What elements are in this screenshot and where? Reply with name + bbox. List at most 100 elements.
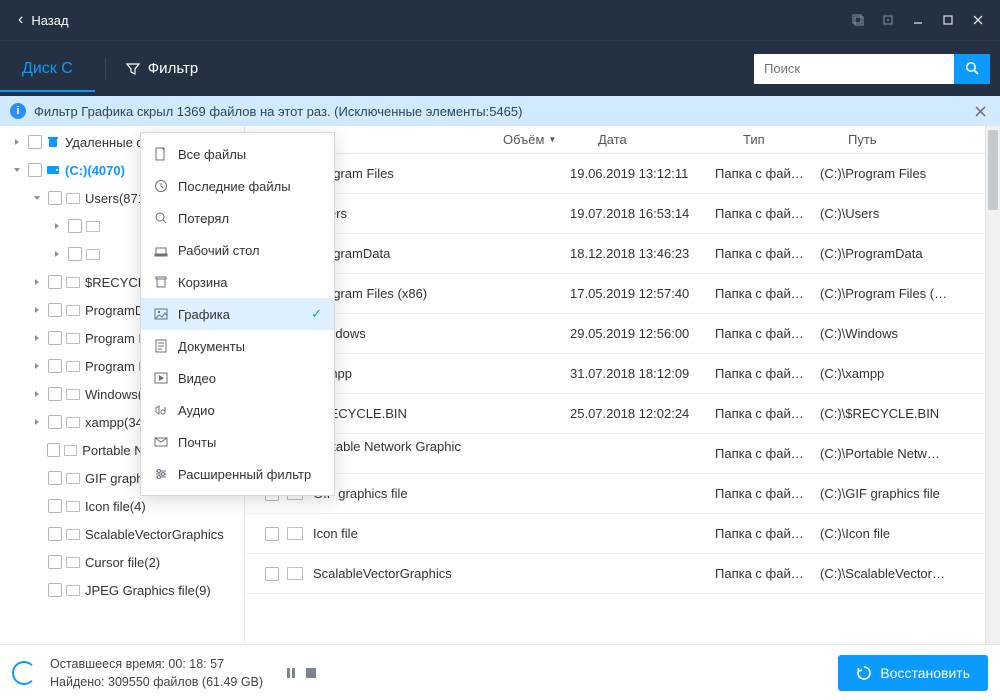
- tree-arrow-icon[interactable]: [28, 306, 46, 314]
- filter-item-label: Все файлы: [178, 147, 246, 162]
- filter-item-icon: [153, 339, 168, 354]
- search-input[interactable]: [754, 54, 954, 84]
- col-type[interactable]: Тип: [735, 132, 840, 147]
- filter-menu-item[interactable]: Документы: [141, 330, 334, 362]
- tree-arrow-icon[interactable]: [8, 138, 26, 146]
- tree-checkbox[interactable]: [28, 135, 42, 149]
- tree-checkbox[interactable]: [28, 163, 42, 177]
- bottom-bar: Оставшееся время: 00: 18: 57 Найдено: 30…: [0, 644, 1000, 700]
- tree-item[interactable]: Icon file(4): [0, 492, 244, 520]
- row-checkbox[interactable]: [265, 527, 279, 541]
- filter-item-icon: [153, 275, 168, 290]
- tree-item[interactable]: ScalableVectorGraphics: [0, 520, 244, 548]
- window-minimize-button[interactable]: [904, 6, 932, 34]
- filter-menu-item[interactable]: Почты: [141, 426, 334, 458]
- tree-checkbox[interactable]: [47, 443, 60, 457]
- filter-menu-item[interactable]: Аудио: [141, 394, 334, 426]
- window-restore-icon[interactable]: [874, 6, 902, 34]
- filter-menu-item[interactable]: Последние файлы: [141, 170, 334, 202]
- table-row[interactable]: Windows29.05.2019 12:56:00Папка с фай…(C…: [245, 314, 985, 354]
- tree-checkbox[interactable]: [48, 527, 62, 541]
- tree-arrow-icon[interactable]: [28, 334, 46, 342]
- back-button[interactable]: ‹ Назад: [8, 5, 79, 35]
- tree-checkbox[interactable]: [68, 219, 82, 233]
- filter-menu-item[interactable]: Рабочий стол: [141, 234, 334, 266]
- tree-item[interactable]: JPEG Graphics file(9): [0, 576, 244, 604]
- filter-menu-item[interactable]: Все файлы: [141, 138, 334, 170]
- row-type: Папка с фай…: [715, 406, 820, 421]
- filter-item-icon: [153, 403, 168, 418]
- folder-icon: [287, 527, 303, 540]
- filter-menu-item[interactable]: Потерял: [141, 202, 334, 234]
- vertical-scrollbar[interactable]: [985, 126, 1000, 644]
- table-row[interactable]: ScalableVectorGraphicsПапка с фай…(C:)\S…: [245, 554, 985, 594]
- table-row[interactable]: ProgramData18.12.2018 13:46:23Папка с фа…: [245, 234, 985, 274]
- tree-checkbox[interactable]: [48, 303, 62, 317]
- tree-checkbox[interactable]: [48, 387, 62, 401]
- col-path[interactable]: Путь: [840, 132, 985, 147]
- window-tab-icon[interactable]: [844, 6, 872, 34]
- folder-icon: [66, 333, 80, 344]
- tree-arrow-icon[interactable]: [48, 222, 66, 230]
- tree-checkbox[interactable]: [48, 555, 62, 569]
- tree-arrow-icon[interactable]: [28, 278, 46, 286]
- tree-checkbox[interactable]: [48, 359, 62, 373]
- stop-button[interactable]: [305, 667, 317, 679]
- folder-icon: [64, 445, 77, 456]
- tree-arrow-icon[interactable]: [28, 390, 46, 398]
- window-close-button[interactable]: [964, 6, 992, 34]
- tree-checkbox[interactable]: [48, 583, 62, 597]
- row-checkbox[interactable]: [265, 567, 279, 581]
- row-path: (C:)\$RECYCLE.BIN: [820, 406, 985, 421]
- row-path: (C:)\Program Files (…: [820, 286, 985, 301]
- tree-item[interactable]: Cursor file(2): [0, 548, 244, 576]
- filter-button[interactable]: Фильтр: [116, 52, 208, 85]
- filter-item-label: Потерял: [178, 211, 229, 226]
- tree-checkbox[interactable]: [48, 275, 62, 289]
- tree-checkbox[interactable]: [48, 415, 62, 429]
- tree-arrow-icon[interactable]: [48, 250, 66, 258]
- filter-menu-item[interactable]: Корзина: [141, 266, 334, 298]
- col-date[interactable]: Дата: [590, 132, 735, 147]
- search-icon: [965, 61, 980, 76]
- scrollbar-thumb[interactable]: [988, 130, 998, 210]
- row-name: Icon file: [313, 526, 358, 541]
- tree-arrow-icon[interactable]: [28, 194, 46, 202]
- tab-disk-c[interactable]: Диск С: [0, 46, 95, 92]
- pause-button[interactable]: [285, 667, 297, 679]
- tree-arrow-icon[interactable]: [8, 166, 26, 174]
- row-date: 19.07.2018 16:53:14: [570, 206, 715, 221]
- row-type: Папка с фай…: [715, 166, 820, 181]
- infobar-close-button[interactable]: [971, 102, 990, 121]
- table-row[interactable]: Program Files19.06.2019 13:12:11Папка с …: [245, 154, 985, 194]
- table-row[interactable]: Portable Network Graphic fileПапка с фай…: [245, 434, 985, 474]
- tree-arrow-icon[interactable]: [28, 418, 46, 426]
- col-volume[interactable]: Объём▼: [495, 132, 590, 147]
- tree-checkbox[interactable]: [48, 191, 62, 205]
- filter-menu-item[interactable]: Видео: [141, 362, 334, 394]
- tree-checkbox[interactable]: [48, 471, 62, 485]
- table-row[interactable]: GIF graphics fileПапка с фай…(C:)\GIF gr…: [245, 474, 985, 514]
- folder-icon: [66, 305, 80, 316]
- info-bar: i Фильтр Графика скрыл 1369 файлов на эт…: [0, 96, 1000, 126]
- folder-icon: [86, 221, 100, 232]
- tree-checkbox[interactable]: [48, 499, 62, 513]
- column-header[interactable]: Объём▼ Дата Тип Путь: [245, 126, 985, 154]
- row-date: 31.07.2018 18:12:09: [570, 366, 715, 381]
- restore-button[interactable]: Восстановить: [838, 655, 988, 691]
- tree-arrow-icon[interactable]: [28, 362, 46, 370]
- filter-menu-item[interactable]: Расширенный фильтр: [141, 458, 334, 490]
- table-row[interactable]: Users19.07.2018 16:53:14Папка с фай…(C:)…: [245, 194, 985, 234]
- sort-desc-icon: ▼: [548, 135, 556, 144]
- table-row[interactable]: xampp31.07.2018 18:12:09Папка с фай…(C:)…: [245, 354, 985, 394]
- table-row[interactable]: Program Files (x86)17.05.2019 12:57:40Па…: [245, 274, 985, 314]
- filter-menu-item[interactable]: Графика✓: [141, 298, 334, 330]
- search-button[interactable]: [954, 54, 990, 84]
- filter-item-label: Рабочий стол: [178, 243, 260, 258]
- window-maximize-button[interactable]: [934, 6, 962, 34]
- table-row[interactable]: $RECYCLE.BIN25.07.2018 12:02:24Папка с ф…: [245, 394, 985, 434]
- table-row[interactable]: Icon fileПапка с фай…(C:)\Icon file: [245, 514, 985, 554]
- tree-checkbox[interactable]: [48, 331, 62, 345]
- folder-icon: [66, 473, 80, 484]
- tree-checkbox[interactable]: [68, 247, 82, 261]
